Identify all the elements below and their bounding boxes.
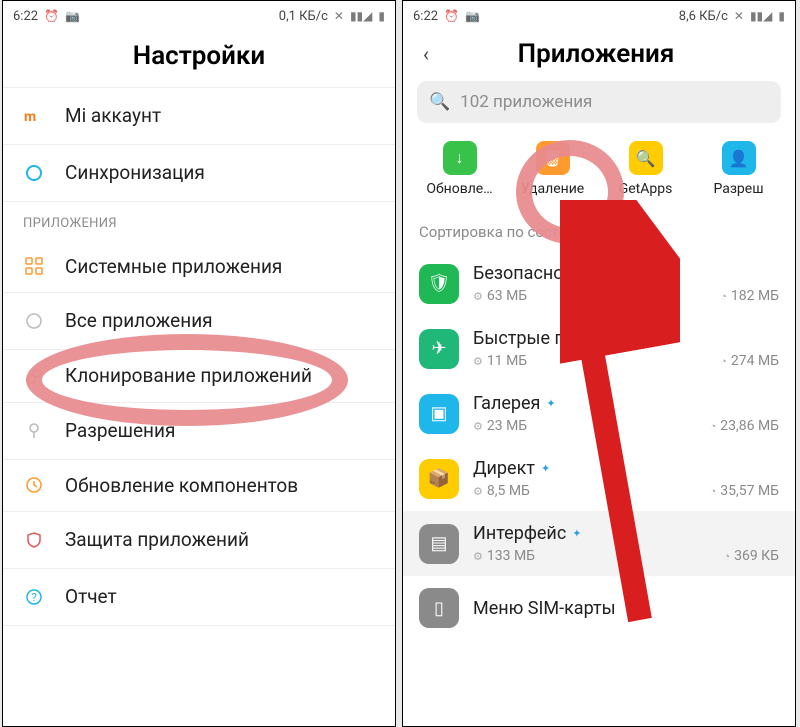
battery-icon: ▮	[378, 9, 385, 23]
launcher-icon: ▤	[419, 524, 459, 564]
row-all-apps[interactable]: Все приложения	[3, 293, 395, 350]
app-item[interactable]: ▤ Интерфейс✦ ⚙133 МБ◔369 КБ	[403, 511, 795, 576]
alarm-icon: ⏰	[444, 9, 459, 23]
loading-icon: ✦	[541, 462, 550, 475]
svg-text:m: m	[24, 109, 36, 125]
apps-screen: 6:22 ⏰ 📷 8,6 КБ/с ✕ ▮▮◢ ▮ ‹ Приложения 🔍…	[402, 0, 796, 727]
row-report[interactable]: ? Отчет	[3, 569, 395, 626]
cam-icon: 📷	[465, 9, 480, 23]
section-header-apps: ПРИЛОЖЕНИЯ	[3, 202, 395, 241]
row-clone-apps[interactable]: Клонирование приложений	[3, 350, 395, 403]
clone-icon	[23, 365, 45, 387]
mi-icon: m	[23, 105, 45, 127]
info-icon: ?	[23, 586, 45, 608]
status-net: 8,6 КБ/с	[679, 9, 728, 24]
quick-update[interactable]: ↓ Обновле…	[413, 141, 506, 197]
trash-icon: 🗑	[536, 141, 570, 175]
status-bar: 6:22 ⏰ 📷 0,1 КБ/с ✕ ▮▮◢ ▮	[3, 1, 395, 31]
app-item[interactable]: 📦 Директ✦ ⚙8,5 МБ◔35,57 МБ	[403, 446, 795, 511]
search-icon: 🔍	[429, 92, 450, 112]
sort-dropdown[interactable]: Сортировка по состоянию ∨	[403, 203, 795, 251]
loading-icon: ✦	[572, 527, 581, 540]
shield-icon	[23, 529, 45, 551]
loading-icon: ✦	[666, 332, 675, 345]
row-mi-account[interactable]: m Mi аккаунт	[3, 88, 395, 145]
loading-icon: ✦	[546, 397, 555, 410]
app-item[interactable]: ✈ Быстрые приложения✦ ⚙11 МБ◔274 МБ	[403, 316, 795, 381]
settings-screen: 6:22 ⏰ 📷 0,1 КБ/с ✕ ▮▮◢ ▮ Настройки m Mi…	[2, 0, 396, 727]
send-icon: ✈	[419, 329, 459, 369]
storage-icon: ⚙	[473, 290, 483, 303]
sync-icon	[23, 162, 45, 184]
row-protect-apps[interactable]: Защита приложений	[3, 512, 395, 569]
grid-icon	[23, 255, 45, 277]
page-title: Приложения	[411, 39, 781, 69]
status-time: 6:22	[13, 9, 38, 24]
app-list: 🛡 Безопасность✦ ⚙63 МБ◔182 МБ ✈ Быстрые …	[403, 251, 795, 640]
status-bar: 6:22 ⏰ 📷 8,6 КБ/с ✕ ▮▮◢ ▮	[403, 1, 795, 31]
direct-icon: 📦	[419, 459, 459, 499]
alarm-icon: ⏰	[44, 9, 59, 23]
loading-icon: ✦	[597, 267, 606, 280]
row-permissions[interactable]: Разрешения	[3, 403, 395, 460]
nosim-icon: ✕	[734, 9, 744, 23]
page-title: Настройки	[3, 31, 395, 87]
gallery-icon: ▣	[419, 394, 459, 434]
getapps-icon: 🔍	[629, 141, 663, 175]
quick-uninstall[interactable]: 🗑 Удаление	[506, 141, 599, 197]
status-time: 6:22	[413, 9, 438, 24]
battery-icon: ▮	[778, 9, 785, 23]
nosim-icon: ✕	[334, 9, 344, 23]
sim-icon: ▯	[419, 588, 459, 628]
row-component-update[interactable]: Обновление компонентов	[3, 460, 395, 513]
signal-icon: ▮▮◢	[350, 9, 372, 23]
update-icon	[23, 474, 45, 496]
svg-text:?: ?	[32, 591, 37, 604]
cam-icon: 📷	[65, 9, 80, 23]
quick-actions: ↓ Обновле… 🗑 Удаление 🔍 GetApps 👤 Разреш	[403, 133, 795, 203]
status-net: 0,1 КБ/с	[279, 9, 328, 24]
apps-icon	[23, 310, 45, 332]
search-input[interactable]: 🔍 102 приложения	[417, 81, 781, 123]
app-item[interactable]: ▯ Меню SIM-карты	[403, 576, 795, 640]
permissions-icon: 👤	[722, 141, 756, 175]
shield-icon: 🛡	[419, 264, 459, 304]
key-icon	[23, 420, 45, 442]
app-item[interactable]: ▣ Галерея✦ ⚙23 МБ◔23,86 МБ	[403, 381, 795, 446]
search-placeholder: 102 приложения	[460, 92, 592, 112]
quick-permissions[interactable]: 👤 Разреш	[692, 141, 785, 197]
quick-getapps[interactable]: 🔍 GetApps	[599, 141, 692, 197]
clock-icon: ◔	[720, 290, 727, 303]
row-system-apps[interactable]: Системные приложения	[3, 241, 395, 294]
row-sync[interactable]: Синхронизация	[3, 145, 395, 202]
signal-icon: ▮▮◢	[750, 9, 772, 23]
app-item[interactable]: 🛡 Безопасность✦ ⚙63 МБ◔182 МБ	[403, 251, 795, 316]
